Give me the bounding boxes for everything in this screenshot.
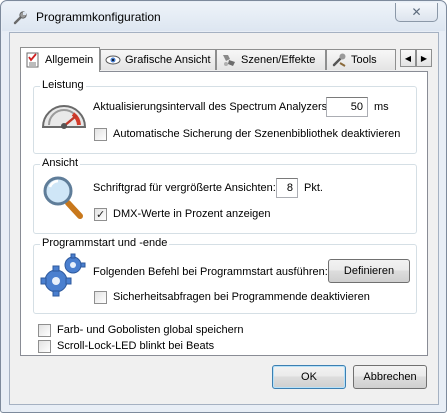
tab-scroll-right-button[interactable]: ▶: [416, 49, 432, 67]
tab-grafische-ansicht-label: Grafische Ansicht: [125, 54, 211, 66]
define-command-button[interactable]: Definieren: [328, 259, 410, 283]
scenes-icon: [223, 55, 235, 66]
autosave-label: Automatische Sicherung der Szenenbibliot…: [113, 128, 401, 140]
tab-grafische-ansicht[interactable]: Grafische Ansicht: [100, 49, 216, 70]
tab-szenen-effekte-label: Szenen/Effekte: [241, 54, 316, 66]
fontsize-label: Schriftgrad für vergrößerte Ansichten:: [93, 182, 276, 194]
interval-label: Aktualisierungsintervall des Spectrum An…: [93, 101, 331, 113]
tab-tools[interactable]: Tools: [326, 49, 396, 70]
close-icon: ✕: [411, 5, 422, 19]
tools-icon: [332, 53, 346, 67]
group-ansicht: Ansicht Schriftgrad für vergrößerte Ansi…: [33, 157, 417, 234]
magnifier-icon: [43, 176, 83, 219]
tab-scroll-arrows: ◀ ▶: [400, 49, 432, 67]
safety-prompts-checkbox[interactable]: [94, 291, 107, 304]
ok-button[interactable]: OK: [272, 365, 346, 389]
group-ansicht-title: Ansicht: [40, 157, 81, 169]
tab-allgemein[interactable]: Allgemein: [20, 47, 100, 72]
group-programmstart: Programmstart und -ende Folgenden Befehl…: [33, 237, 417, 314]
title-bar: Programmkonfiguration ✕: [2, 2, 445, 31]
eye-icon: [105, 55, 121, 65]
tab-szenen-effekte[interactable]: Szenen/Effekte: [216, 49, 326, 70]
dmx-percent-label: DMX-Werte in Prozent anzeigen: [113, 208, 271, 220]
tab-tools-label: Tools: [351, 54, 377, 66]
checkmark-icon: ✓: [96, 209, 106, 221]
autosave-checkbox[interactable]: [94, 128, 107, 141]
scroll-lock-led-checkbox[interactable]: [38, 340, 51, 353]
save-colors-global-label: Farb- und Gobolisten global speichern: [57, 324, 244, 336]
group-programmstart-title: Programmstart und -ende: [40, 237, 170, 249]
tab-panel-allgemein: Leistung Aktualisierungsintervall des Sp…: [20, 71, 428, 356]
save-colors-global-checkbox[interactable]: [38, 324, 51, 337]
checklist-icon: [26, 52, 39, 68]
interval-input[interactable]: 50: [326, 97, 368, 117]
group-leistung: Leistung Aktualisierungsintervall des Sp…: [33, 79, 417, 154]
command-label: Folgenden Befehl bei Programmstart ausfü…: [93, 266, 328, 278]
group-leistung-title: Leistung: [40, 79, 86, 91]
dialog-client-area: Allgemein Grafische Ansicht Szenen/Effek…: [9, 32, 439, 405]
interval-unit: ms: [374, 101, 389, 113]
tab-strip: Allgemein Grafische Ansicht Szenen/Effek…: [20, 47, 432, 72]
gears-icon: [40, 253, 86, 297]
close-button[interactable]: ✕: [395, 3, 438, 22]
wrench-icon: [13, 11, 27, 25]
scroll-lock-led-label: Scroll-Lock-LED blinkt bei Beats: [57, 340, 215, 352]
fontsize-input[interactable]: 8: [276, 178, 298, 198]
safety-prompts-label: Sicherheitsabfragen bei Programmende dea…: [113, 291, 370, 303]
arrow-right-icon: ▶: [420, 53, 428, 63]
tab-scroll-left-button[interactable]: ◀: [400, 49, 416, 67]
window-title: Programmkonfiguration: [36, 10, 161, 24]
cancel-button[interactable]: Abbrechen: [353, 365, 427, 389]
gauge-icon: [41, 105, 87, 129]
dmx-percent-checkbox[interactable]: ✓: [94, 208, 107, 221]
arrow-left-icon: ◀: [404, 53, 412, 63]
tab-allgemein-label: Allgemein: [45, 54, 94, 66]
dialog-window: Programmkonfiguration ✕ Allgemein Grafis…: [0, 0, 447, 413]
fontsize-unit: Pkt.: [304, 182, 323, 194]
